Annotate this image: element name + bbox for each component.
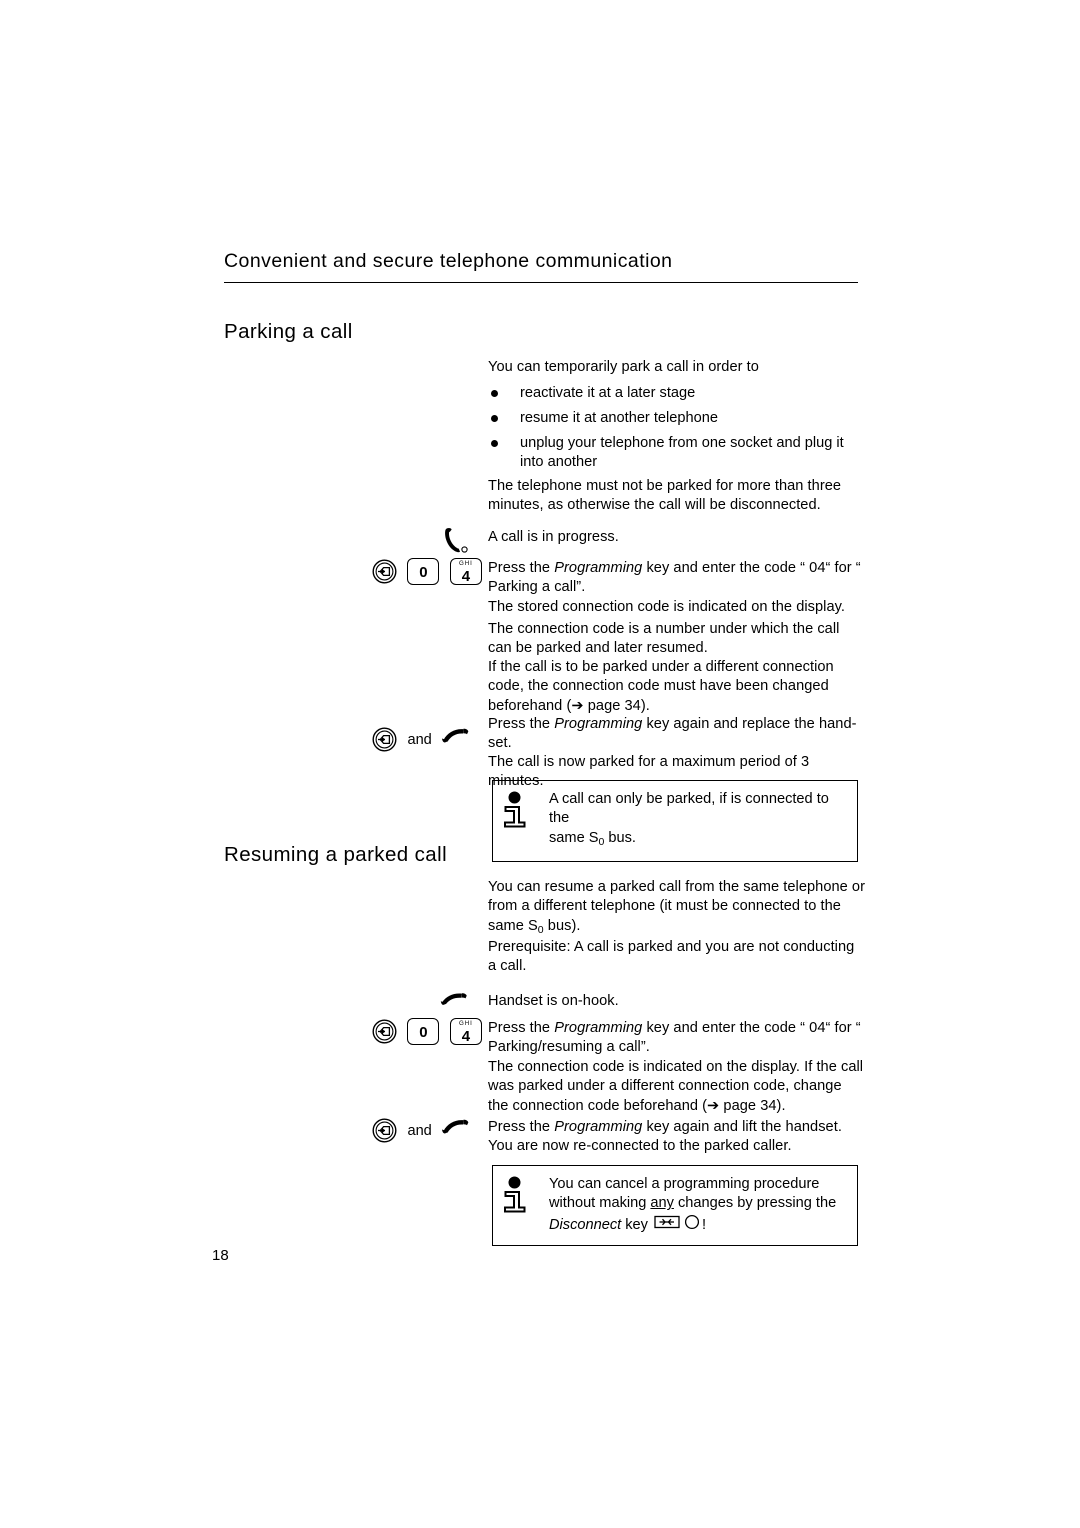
info-icon xyxy=(503,790,533,834)
bullet-dot-icon xyxy=(491,439,498,447)
parking-final-text: Press the Programming key again and repl… xyxy=(488,715,866,754)
key-4-letters: GHI xyxy=(459,559,473,567)
list-item: resume it at another telephone xyxy=(488,409,866,428)
and-label: and xyxy=(407,731,432,748)
resuming-final-icons: and xyxy=(372,1118,484,1148)
parking-step1-text: A call is in progress. xyxy=(488,529,619,545)
key-4-ghi-icon[interactable]: GHI 4 xyxy=(449,558,482,585)
resuming-final-followup: You are now re-connected to the parked c… xyxy=(488,1138,792,1154)
step2-part-1: Programming xyxy=(554,560,643,576)
parking-step2-icons: 0 GHI 4 xyxy=(372,558,484,588)
note2-line2-underlined: any xyxy=(650,1195,674,1212)
parking-intro: You can temporarily park a call in order… xyxy=(488,359,759,375)
resuming-para-0: The connection code is indicated on the … xyxy=(488,1059,864,1114)
key-0-digit: 0 xyxy=(419,564,428,581)
parking-step2-text: Press the Programming key and enter the … xyxy=(488,559,866,598)
list-item-label: resume it at another telephone xyxy=(520,409,718,426)
note2-line2-post: changes by pressing the xyxy=(673,1195,837,1212)
final-part-1: Programming xyxy=(554,716,643,732)
note2-line3-post: key xyxy=(621,1216,648,1233)
note-line2-post: bus. xyxy=(604,829,636,846)
list-item: unplug your telephone from one socket an… xyxy=(488,434,866,473)
resuming-intro: You can resume a parked call from the sa… xyxy=(488,878,866,940)
resuming-intro-2: bus). xyxy=(543,917,581,934)
note2-line1: You can cancel a programming procedure xyxy=(549,1176,820,1192)
resuming-step1-text: Handset is on-hook. xyxy=(488,993,619,1009)
info-icon xyxy=(503,1175,533,1219)
header-rule xyxy=(224,282,858,283)
resuming-prerequisite: Prerequisite: A call is parked and you a… xyxy=(488,939,855,975)
programming-key-icon[interactable] xyxy=(372,727,397,752)
parking-para-2: If the call is to be parked under a diff… xyxy=(488,659,834,714)
running-header: Convenient and secure telephone communic… xyxy=(224,250,858,283)
bullet-dot-icon xyxy=(491,390,498,397)
bullet-dot-icon xyxy=(491,414,498,422)
note-line2-pre: same S xyxy=(549,829,599,846)
key-4-ghi-icon[interactable]: GHI 4 xyxy=(449,1018,482,1045)
final-part-0: Press the xyxy=(488,716,555,732)
note2-line3-italic: Disconnect xyxy=(549,1216,622,1233)
rfinal-part-0: Press the xyxy=(488,1119,555,1135)
running-header-text: Convenient and secure telephone communic… xyxy=(224,250,673,272)
key-0-icon[interactable]: 0 xyxy=(407,1018,440,1045)
note-box-parking: A call can only be parked, if is connect… xyxy=(492,780,858,863)
rstep2-part-0: Press the xyxy=(488,1020,555,1036)
list-item: reactivate it at a later stage xyxy=(488,384,866,403)
list-item-label: reactivate it at a later stage xyxy=(520,385,696,401)
rfinal-part-2: key again and lift the handset. xyxy=(642,1119,842,1135)
programming-key-icon[interactable] xyxy=(372,1118,397,1143)
handset-offhook-icon xyxy=(440,527,484,557)
handset-onhook-replace-icon xyxy=(441,1118,471,1143)
note-text-parking: A call can only be parked, if is connect… xyxy=(533,790,847,852)
key-4-digit: 4 xyxy=(461,568,471,585)
parking-para-1: The connection code is a number under wh… xyxy=(488,621,840,657)
note-line1: A call can only be parked, if is connect… xyxy=(549,791,829,827)
rfinal-part-1: Programming xyxy=(554,1119,643,1135)
note-text-resuming: You can cancel a programming procedure w… xyxy=(533,1175,847,1236)
key-0-icon[interactable]: 0 xyxy=(407,558,440,585)
key-0-digit: 0 xyxy=(419,1024,428,1041)
page-number: 18 xyxy=(212,1247,229,1264)
section-heading-resuming: Resuming a parked call xyxy=(224,843,448,866)
section-heading-parking: Parking a call xyxy=(224,320,353,343)
programming-key-icon[interactable] xyxy=(372,1019,397,1044)
parking-bullet-list: reactivate it at a later stage resume it… xyxy=(488,384,866,478)
note2-line3-end: ! xyxy=(702,1216,707,1233)
parking-final-icons: and xyxy=(372,727,484,757)
disconnect-key-icon[interactable] xyxy=(654,1215,680,1235)
key-4-letters: GHI xyxy=(459,1019,473,1027)
manual-page: Convenient and secure telephone communic… xyxy=(0,0,1080,1528)
step2-part-0: Press the xyxy=(488,560,555,576)
resuming-step2-text: Press the Programming key and enter the … xyxy=(488,1019,866,1058)
parking-para-0: The stored connection code is indicated … xyxy=(488,599,846,615)
resuming-final-text: Press the Programming key again and lift… xyxy=(488,1118,866,1137)
list-item-label: unplug your telephone from one socket an… xyxy=(520,434,844,471)
rstep2-part-1: Programming xyxy=(554,1020,643,1036)
and-label: and xyxy=(407,1122,432,1139)
handset-onhook-replace-icon xyxy=(441,727,471,752)
resuming-step2-icons: 0 GHI 4 xyxy=(372,1018,484,1048)
note-box-resuming: You can cancel a programming procedure w… xyxy=(492,1165,858,1247)
programming-key-icon[interactable] xyxy=(372,559,397,584)
parking-after-bullets: The telephone must not be parked for mor… xyxy=(488,478,842,514)
note2-line2-pre: without making xyxy=(549,1195,651,1212)
key-4-digit: 4 xyxy=(461,1028,471,1045)
circle-icon[interactable] xyxy=(684,1214,700,1236)
